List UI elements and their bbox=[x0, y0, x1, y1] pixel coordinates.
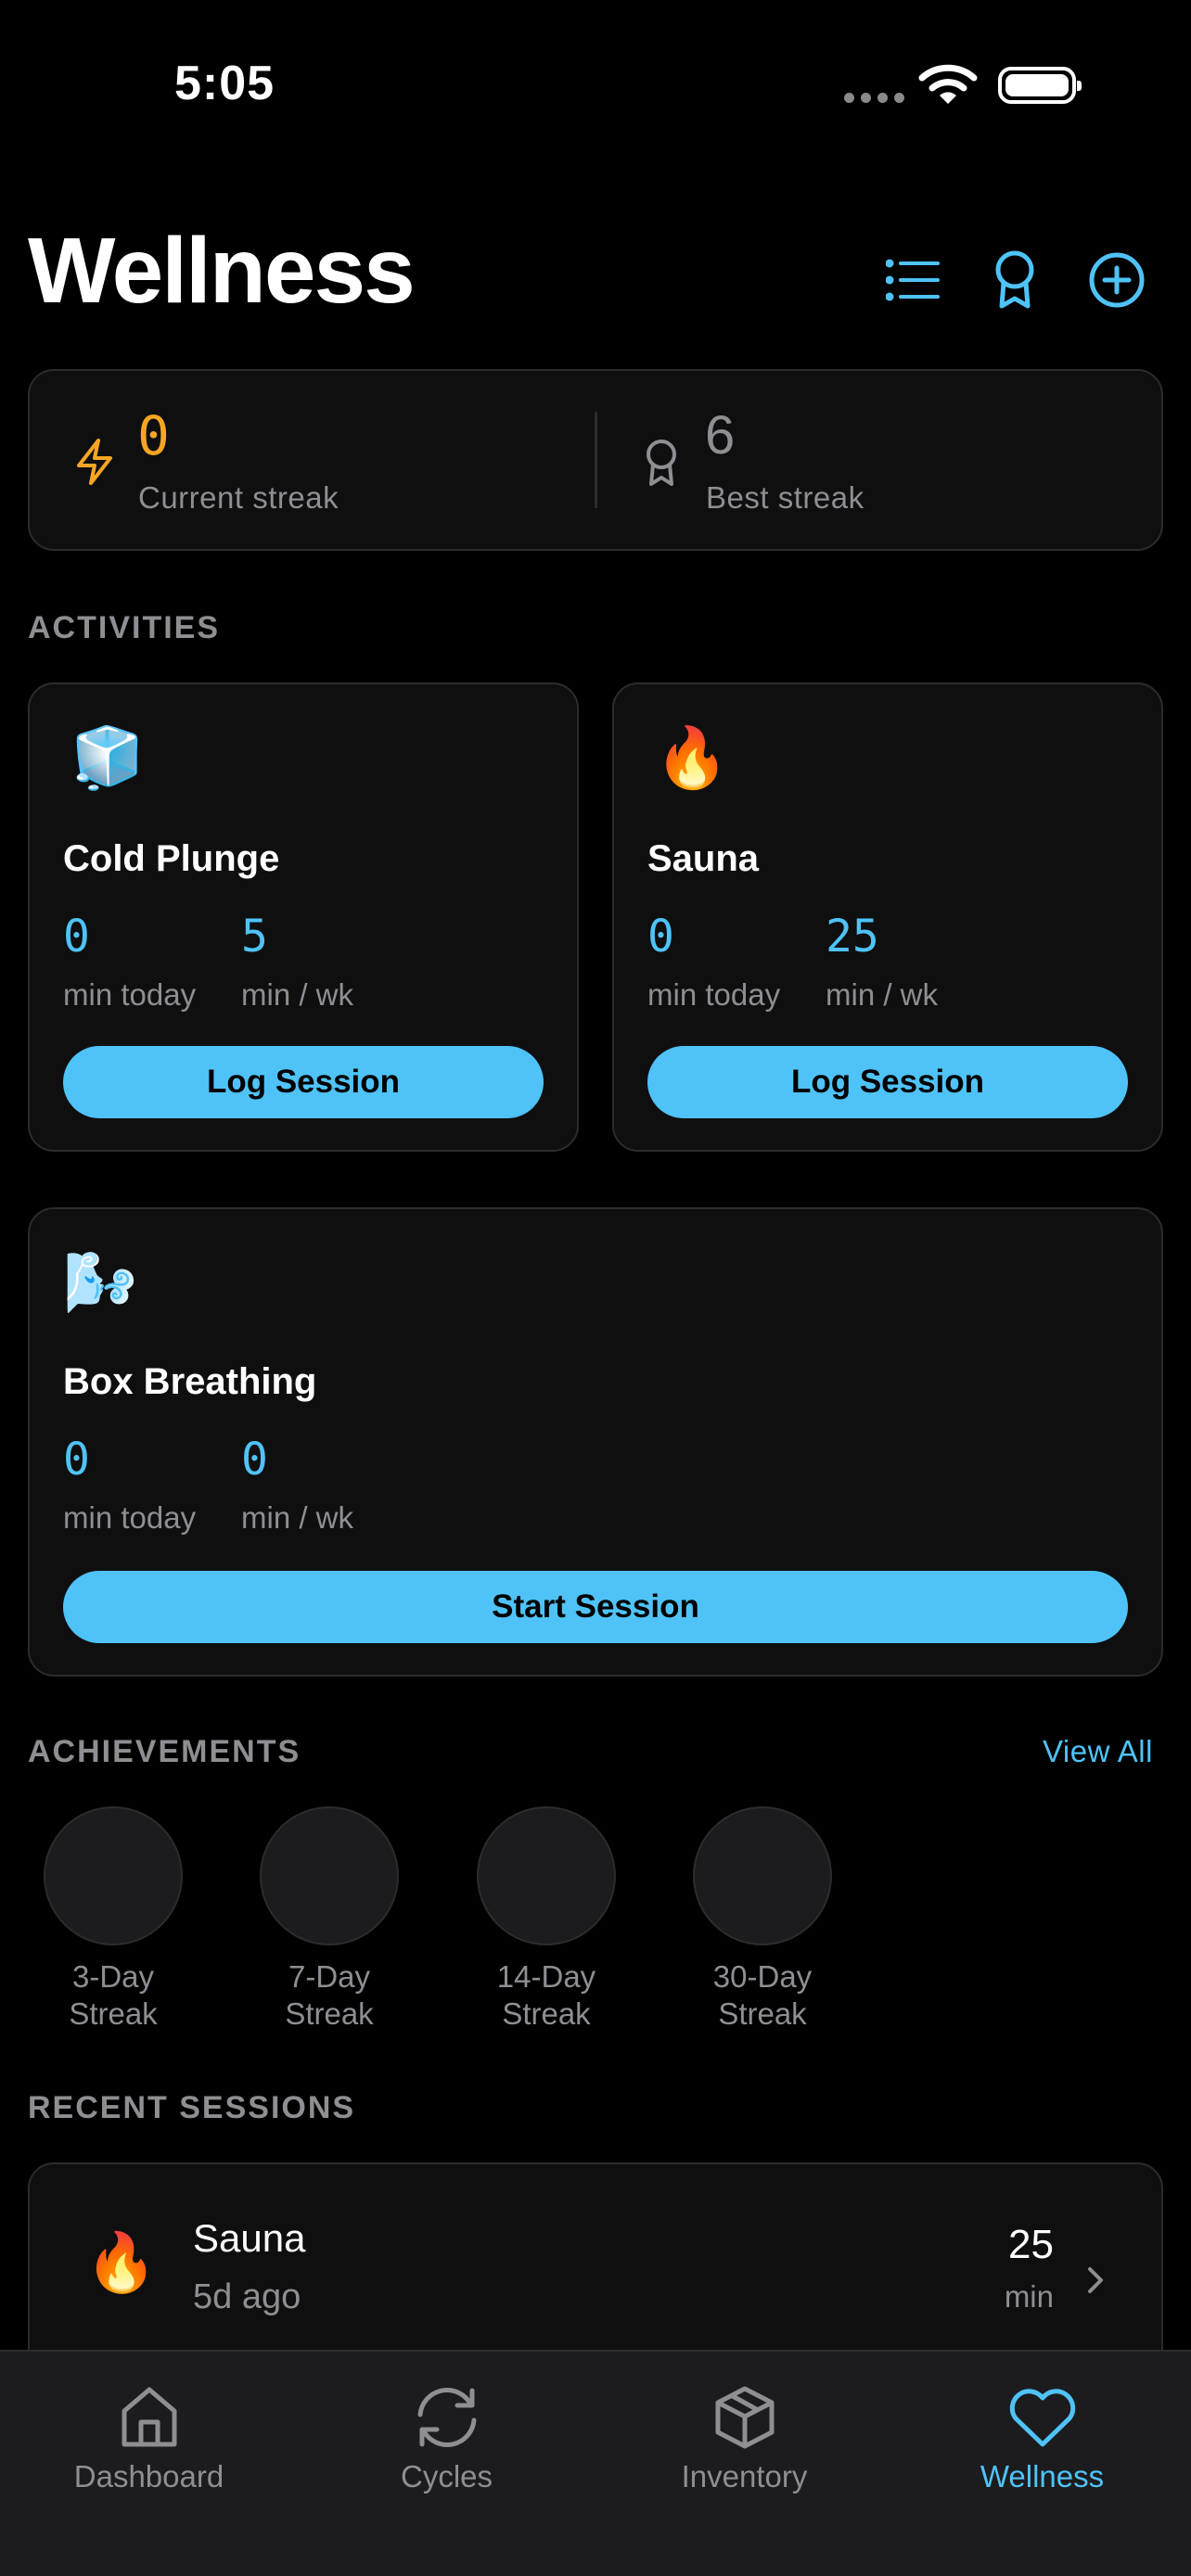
achievement-badge[interactable] bbox=[693, 1806, 832, 1945]
activities-heading: ACTIVITIES bbox=[28, 610, 221, 645]
achievement-badge[interactable] bbox=[44, 1806, 183, 1945]
best-streak-label: Best streak bbox=[706, 480, 864, 515]
achievements-heading: ACHIEVEMENTS bbox=[28, 1734, 301, 1769]
tab-wellness[interactable]: Wellness bbox=[893, 2385, 1191, 2494]
start-session-button[interactable]: Start Session bbox=[63, 1571, 1128, 1643]
home-icon bbox=[122, 2387, 176, 2447]
achievement-label: 14-Day Streak bbox=[496, 1959, 596, 2031]
minutes-today-label: min today bbox=[63, 977, 197, 1012]
minutes-week-value: 25 bbox=[826, 911, 879, 963]
tab-dashboard[interactable]: Dashboard bbox=[0, 2385, 298, 2494]
list-icon[interactable] bbox=[881, 249, 944, 312]
minutes-week-value: 5 bbox=[241, 911, 268, 963]
battery-icon bbox=[998, 67, 1082, 104]
tab-label: Wellness bbox=[980, 2459, 1105, 2493]
achievement-3-day[interactable]: 3-Day Streak bbox=[44, 1806, 183, 2033]
activity-card-sauna: 🔥 Sauna 0 25 min today min / wk Log Sess… bbox=[612, 682, 1163, 1152]
log-session-button[interactable]: Log Session bbox=[647, 1046, 1128, 1118]
tab-cycles[interactable]: Cycles bbox=[298, 2385, 596, 2494]
page-title: Wellness bbox=[28, 219, 416, 323]
award-icon[interactable] bbox=[983, 249, 1046, 312]
achievement-7-day[interactable]: 7-Day Streak bbox=[260, 1806, 399, 2033]
minutes-today-label: min today bbox=[647, 977, 781, 1012]
best-streak-value: 6 bbox=[705, 405, 736, 465]
achievement-label: 30-Day Streak bbox=[712, 1959, 813, 2031]
activity-name: Cold Plunge bbox=[63, 838, 280, 879]
achievement-badge[interactable] bbox=[260, 1806, 399, 1945]
fire-icon: 🔥 bbox=[85, 2231, 158, 2295]
refresh-icon bbox=[417, 2388, 476, 2447]
wind-face-icon: 🌬️ bbox=[63, 1249, 137, 1316]
box-icon bbox=[715, 2386, 774, 2449]
minutes-week-label: min / wk bbox=[826, 977, 939, 1012]
tab-inventory[interactable]: Inventory bbox=[596, 2385, 893, 2494]
current-streak-label: Current streak bbox=[138, 480, 339, 515]
tab-label: Dashboard bbox=[73, 2459, 224, 2493]
activity-card-cold-plunge: 🧊 Cold Plunge 0 5 min today min / wk Log… bbox=[28, 682, 579, 1152]
session-name: Sauna bbox=[193, 2216, 306, 2260]
add-circle-icon[interactable] bbox=[1085, 249, 1148, 312]
recent-sessions-heading: RECENT SESSIONS bbox=[28, 2090, 356, 2125]
minutes-today-label: min today bbox=[63, 1500, 197, 1535]
session-duration-unit: min bbox=[1004, 2279, 1054, 2314]
achievement-30-day[interactable]: 30-Day Streak bbox=[693, 1806, 832, 2033]
fire-icon: 🔥 bbox=[655, 724, 729, 791]
status-time: 5:05 bbox=[174, 57, 275, 110]
minutes-today-value: 0 bbox=[63, 911, 90, 963]
session-time-ago: 5d ago bbox=[193, 2277, 301, 2316]
minutes-week-label: min / wk bbox=[241, 977, 354, 1012]
minutes-week-value: 0 bbox=[241, 1434, 268, 1486]
achievement-label: 3-Day Streak bbox=[69, 1959, 158, 2031]
wifi-icon bbox=[918, 64, 978, 104]
activity-name: Box Breathing bbox=[63, 1361, 317, 1402]
log-session-button[interactable]: Log Session bbox=[63, 1046, 544, 1118]
tab-label: Inventory bbox=[681, 2459, 808, 2493]
session-duration: 25 bbox=[1008, 2222, 1054, 2267]
activity-name: Sauna bbox=[647, 838, 760, 879]
current-streak-value: 0 bbox=[137, 404, 170, 467]
award-icon bbox=[647, 440, 676, 486]
activity-card-box-breathing: 🌬️ Box Breathing 0 0 min today min / wk … bbox=[28, 1207, 1163, 1677]
minutes-today-value: 0 bbox=[647, 911, 674, 963]
divider bbox=[595, 412, 597, 508]
signal-icon bbox=[844, 93, 904, 103]
view-all-link[interactable]: View All bbox=[1043, 1734, 1153, 1769]
tab-label: Cycles bbox=[400, 2459, 493, 2493]
achievement-label: 7-Day Streak bbox=[285, 1959, 374, 2031]
minutes-week-label: min / wk bbox=[241, 1500, 354, 1535]
minutes-today-value: 0 bbox=[63, 1434, 90, 1486]
heart-icon bbox=[1009, 2389, 1075, 2447]
lightning-icon bbox=[77, 439, 112, 485]
achievement-badge[interactable] bbox=[477, 1806, 616, 1945]
chevron-right-icon bbox=[1088, 2267, 1103, 2293]
achievement-14-day[interactable]: 14-Day Streak bbox=[477, 1806, 616, 2033]
ice-cube-icon: 🧊 bbox=[70, 724, 145, 791]
